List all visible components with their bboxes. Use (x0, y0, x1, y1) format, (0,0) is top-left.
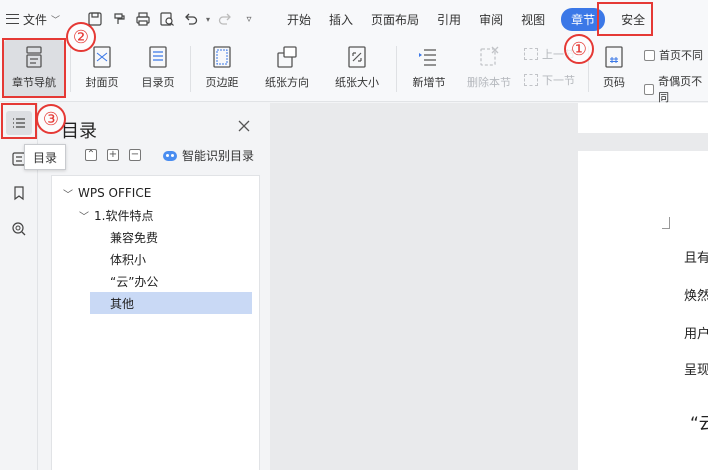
page-number-icon (605, 46, 623, 68)
tab-view[interactable]: 视图 (512, 0, 554, 38)
toc-panel: 目录 ⌃ + − 智能识别目录 ﹀ WPS OFFICE ﹀ 1.软件特点 兼容… (39, 103, 270, 470)
toc-node-small-size[interactable]: 体积小 (110, 248, 146, 270)
smart-detect-toc-label: 智能识别目录 (182, 149, 255, 163)
expand-all-icon[interactable]: + (107, 149, 119, 161)
robot-icon (163, 150, 177, 161)
file-menu-label: 文件 (23, 12, 48, 27)
print-preview-icon[interactable] (158, 10, 176, 28)
toc-node-label: 体积小 (110, 252, 147, 267)
margins-button[interactable]: 页边距 (198, 40, 246, 98)
toc-node-software-features[interactable]: ﹀ 1.软件特点 (78, 204, 153, 226)
toc-node-label: WPS OFFICE (78, 186, 152, 200)
search-icon (12, 222, 26, 236)
customize-dropdown-icon[interactable]: ▿ (240, 10, 258, 28)
checkbox-box (644, 83, 655, 95)
paper-size-label: 纸张大小 (335, 76, 379, 89)
ribbon-chapter: 章节导航 封面页 目录页 页边距 纸张方向 纸张大小 新增节 删除本节 上一节 … (0, 38, 708, 105)
tab-home[interactable]: 开始 (278, 0, 320, 38)
toc-node-label: 1.软件特点 (94, 208, 154, 223)
previous-page-fragment (578, 103, 708, 133)
document-page[interactable]: 且有 焕然 用户 呈现 “云 (578, 151, 708, 470)
undo-icon[interactable] (182, 10, 200, 28)
first-page-different-label: 首页不同 (659, 49, 703, 62)
quick-access-toolbar: ▾ ▿ (86, 10, 258, 28)
ribbon-separator (70, 46, 71, 92)
close-icon[interactable] (237, 119, 251, 133)
next-section-icon (524, 74, 538, 86)
toc-page-label: 目录页 (141, 76, 175, 89)
paper-size-icon (348, 46, 366, 68)
next-section-label: 下一节 (542, 74, 575, 87)
add-section-label: 新增节 (412, 76, 446, 89)
tab-page-layout[interactable]: 页面布局 (362, 0, 428, 38)
first-page-different-checkbox[interactable]: 首页不同 (644, 47, 703, 63)
doc-line: 且有 (684, 251, 708, 266)
page-number-button[interactable]: 页码 (594, 40, 634, 98)
doc-heading-fragment: “云 (690, 414, 708, 434)
toc-page-icon (149, 46, 167, 68)
toc-tree: ﹀ WPS OFFICE ﹀ 1.软件特点 兼容免费 体积小 “云”办公 其他 (51, 175, 260, 470)
chevron-down-icon: ﹀ (51, 15, 61, 26)
chevron-down-icon[interactable]: ﹀ (62, 186, 74, 201)
bookmark-icon (14, 186, 24, 201)
annotation-step-1: ① (564, 34, 594, 64)
delete-section-icon (480, 46, 499, 66)
bookmark-button[interactable] (6, 181, 32, 205)
doc-line: 呈现 (684, 363, 708, 378)
add-section-button[interactable]: 新增节 (404, 40, 454, 98)
next-section-button[interactable]: 下一节 (524, 72, 575, 88)
tab-review[interactable]: 审阅 (470, 0, 512, 38)
toc-node-compatible-free[interactable]: 兼容免费 (110, 226, 158, 248)
toc-panel-title: 目录 (61, 121, 97, 142)
highlight-chapter-tab (597, 2, 653, 36)
tab-references[interactable]: 引用 (428, 0, 470, 38)
orientation-button[interactable]: 纸张方向 (256, 40, 318, 98)
doc-line: 用户 (684, 327, 708, 342)
collapse-all-icon[interactable]: − (129, 149, 141, 161)
delete-section-button[interactable]: 删除本节 (462, 40, 516, 98)
print-icon[interactable] (134, 10, 152, 28)
tab-insert[interactable]: 插入 (320, 0, 362, 38)
margins-label: 页边距 (205, 76, 239, 89)
checkbox-box (644, 49, 655, 61)
annotation-step-2: ② (66, 22, 96, 52)
undo-dropdown-icon[interactable]: ▾ (206, 15, 210, 24)
odd-even-different-checkbox[interactable]: 奇偶页不同 (644, 73, 708, 105)
highlight-chapter-nav (2, 38, 66, 98)
smart-detect-toc-button[interactable]: 智能识别目录 (163, 147, 254, 164)
margin-corner-mark (662, 217, 670, 229)
collapse-icon[interactable]: ⌃ (85, 149, 97, 161)
cover-page-label: 封面页 (85, 76, 119, 89)
toc-node-wps-office[interactable]: ﹀ WPS OFFICE (62, 182, 151, 204)
ribbon-separator (190, 46, 191, 92)
toc-tooltip: 目录 (24, 144, 66, 170)
orientation-icon (277, 46, 297, 68)
margins-icon (213, 46, 231, 68)
toc-node-label: 兼容免费 (110, 230, 159, 245)
ribbon-separator (396, 46, 397, 92)
cover-page-icon (93, 46, 111, 68)
toc-node-other[interactable]: 其他 (90, 292, 252, 314)
toc-toolbar: ⌃ + − (85, 149, 141, 161)
prev-section-icon (524, 48, 538, 60)
hamburger-icon (6, 14, 19, 24)
document-canvas: 且有 焕然 用户 呈现 “云 (270, 103, 708, 470)
doc-line: 焕然 (684, 289, 708, 304)
orientation-label: 纸张方向 (265, 76, 309, 89)
toc-page-button[interactable]: 目录页 (132, 40, 184, 98)
toc-node-label: “云”办公 (110, 274, 159, 289)
toc-node-cloud-office[interactable]: “云”办公 (110, 270, 158, 292)
page-number-label: 页码 (603, 76, 625, 89)
add-section-icon (419, 49, 436, 66)
format-painter-icon[interactable] (110, 10, 128, 28)
delete-section-label: 删除本节 (467, 76, 511, 89)
redo-icon[interactable] (216, 10, 234, 28)
highlight-toc-button (1, 103, 37, 139)
find-button[interactable] (6, 217, 32, 241)
chevron-down-icon[interactable]: ﹀ (78, 208, 90, 223)
paper-size-button[interactable]: 纸张大小 (326, 40, 388, 98)
toc-node-label: 其他 (110, 296, 135, 311)
odd-even-different-label: 奇偶页不同 (658, 75, 703, 104)
annotation-step-3: ③ (36, 104, 66, 134)
